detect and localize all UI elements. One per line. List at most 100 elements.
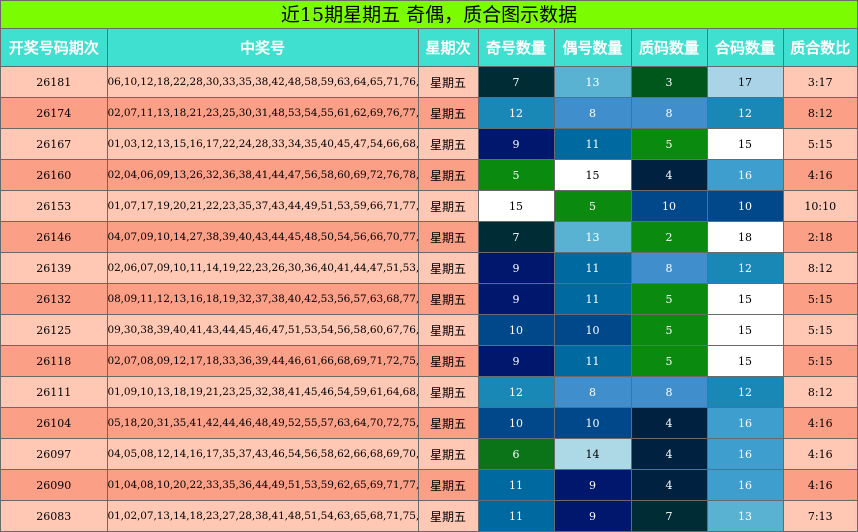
odd-count-cell: 9 (477, 283, 555, 315)
table-row: 26174 02,07,11,13,18,21,23,25,30,31,48,53… (1, 97, 857, 129)
composite-count-cell: 12 (706, 97, 784, 129)
table-row: 26118 02,07,08,09,12,17,18,33,36,39,44,46… (1, 345, 857, 377)
ratio-cell: 2:18 (782, 221, 857, 253)
weekday-cell: 星期五 (417, 190, 479, 222)
prime-count-cell: 8 (630, 252, 708, 284)
even-count-cell: 13 (553, 66, 632, 98)
ratio-cell: 4:16 (782, 438, 857, 470)
composite-count-cell: 15 (706, 314, 784, 346)
table-row: 26160 02,04,06,09,13,26,32,36,38,41,44,47… (1, 159, 857, 191)
period-cell: 26118 (1, 345, 108, 377)
period-cell: 26125 (1, 314, 108, 346)
odd-count-cell: 10 (477, 314, 555, 346)
period-cell: 26167 (1, 128, 108, 160)
weekday-cell: 星期五 (417, 66, 479, 98)
even-count-cell: 5 (553, 190, 632, 222)
period-cell: 26160 (1, 159, 108, 191)
even-count-cell: 14 (553, 438, 632, 470)
table-row: 26104 05,18,20,31,35,41,42,44,46,48,49,52… (1, 407, 857, 439)
prime-count-cell: 4 (630, 469, 708, 501)
period-cell: 26146 (1, 221, 108, 253)
prime-count-cell: 4 (630, 159, 708, 191)
table-row: 26111 01,09,10,13,18,19,21,23,25,32,38,41… (1, 376, 857, 408)
table-row: 26146 04,07,09,10,14,27,38,39,40,43,44,45… (1, 221, 857, 253)
ratio-cell: 10:10 (782, 190, 857, 222)
weekday-cell: 星期五 (417, 407, 479, 439)
prime-count-cell: 2 (630, 221, 708, 253)
composite-count-cell: 17 (706, 66, 784, 98)
even-count-cell: 11 (553, 283, 632, 315)
even-count-cell: 11 (553, 128, 632, 160)
winning-numbers-cell: 02,07,08,09,12,17,18,33,36,39,44,46,61,6… (106, 345, 419, 377)
prime-count-cell: 3 (630, 66, 708, 98)
table-row: 26090 01,04,08,10,20,22,33,35,36,44,49,51… (1, 469, 857, 501)
page-title: 近15期星期五 奇偶，质合图示数据 (1, 1, 857, 29)
ratio-cell: 5:15 (782, 283, 857, 315)
period-cell: 26090 (1, 469, 108, 501)
table-row: 26181 06,10,12,18,22,28,30,33,35,38,42,48… (1, 66, 857, 98)
even-count-cell: 10 (553, 314, 632, 346)
col-header-even-count: 偶号数量 (553, 29, 632, 67)
even-count-cell: 9 (553, 469, 632, 501)
composite-count-cell: 12 (706, 252, 784, 284)
even-count-cell: 11 (553, 345, 632, 377)
period-cell: 26181 (1, 66, 108, 98)
odd-count-cell: 7 (477, 221, 555, 253)
weekday-cell: 星期五 (417, 252, 479, 284)
winning-numbers-cell: 02,07,11,13,18,21,23,25,30,31,48,53,54,5… (106, 97, 419, 129)
col-header-odd-count: 奇号数量 (477, 29, 555, 67)
composite-count-cell: 18 (706, 221, 784, 253)
prime-count-cell: 8 (630, 97, 708, 129)
ratio-cell: 4:16 (782, 407, 857, 439)
composite-count-cell: 12 (706, 376, 784, 408)
stats-table: 开奖号码期次 中奖号 星期次 奇号数量 偶号数量 质码数量 合码数量 质合数比 … (1, 29, 857, 531)
even-count-cell: 10 (553, 407, 632, 439)
odd-count-cell: 12 (477, 376, 555, 408)
table-header-row: 开奖号码期次 中奖号 星期次 奇号数量 偶号数量 质码数量 合码数量 质合数比 (1, 29, 857, 67)
odd-count-cell: 6 (477, 438, 555, 470)
ratio-cell: 8:12 (782, 376, 857, 408)
table-row: 26097 04,05,08,12,14,16,17,35,37,43,46,54… (1, 438, 857, 470)
ratio-cell: 5:15 (782, 345, 857, 377)
weekday-cell: 星期五 (417, 469, 479, 501)
winning-numbers-cell: 01,03,12,13,15,16,17,22,24,28,33,34,35,4… (106, 128, 419, 160)
weekday-cell: 星期五 (417, 97, 479, 129)
period-cell: 26104 (1, 407, 108, 439)
ratio-cell: 4:16 (782, 469, 857, 501)
odd-count-cell: 11 (477, 500, 555, 531)
weekday-cell: 星期五 (417, 221, 479, 253)
ratio-cell: 5:15 (782, 314, 857, 346)
col-header-numbers: 中奖号 (106, 29, 419, 67)
winning-numbers-cell: 04,07,09,10,14,27,38,39,40,43,44,45,48,5… (106, 221, 419, 253)
table-body: 26181 06,10,12,18,22,28,30,33,35,38,42,48… (1, 66, 857, 531)
prime-count-cell: 5 (630, 128, 708, 160)
prime-count-cell: 8 (630, 376, 708, 408)
even-count-cell: 8 (553, 376, 632, 408)
table-row: 26083 01,02,07,13,14,18,23,27,28,38,41,48… (1, 500, 857, 531)
ratio-cell: 3:17 (782, 66, 857, 98)
winning-numbers-cell: 01,07,17,19,20,21,22,23,35,37,43,44,49,5… (106, 190, 419, 222)
ratio-cell: 7:13 (782, 500, 857, 531)
winning-numbers-cell: 02,06,07,09,10,11,14,19,22,23,26,30,36,4… (106, 252, 419, 284)
weekday-cell: 星期五 (417, 376, 479, 408)
prime-count-cell: 10 (630, 190, 708, 222)
odd-count-cell: 9 (477, 128, 555, 160)
ratio-cell: 5:15 (782, 128, 857, 160)
ratio-cell: 4:16 (782, 159, 857, 191)
odd-count-cell: 10 (477, 407, 555, 439)
weekday-cell: 星期五 (417, 283, 479, 315)
weekday-cell: 星期五 (417, 314, 479, 346)
prime-count-cell: 4 (630, 438, 708, 470)
weekday-cell: 星期五 (417, 159, 479, 191)
col-header-composite-count: 合码数量 (706, 29, 784, 67)
even-count-cell: 8 (553, 97, 632, 129)
period-cell: 26083 (1, 500, 108, 531)
odd-count-cell: 12 (477, 97, 555, 129)
table-row: 26132 08,09,11,12,13,16,18,19,32,37,38,40… (1, 283, 857, 315)
prime-count-cell: 5 (630, 314, 708, 346)
composite-count-cell: 16 (706, 438, 784, 470)
odd-count-cell: 7 (477, 66, 555, 98)
winning-numbers-cell: 02,04,06,09,13,26,32,36,38,41,44,47,56,5… (106, 159, 419, 191)
period-cell: 26097 (1, 438, 108, 470)
composite-count-cell: 15 (706, 283, 784, 315)
